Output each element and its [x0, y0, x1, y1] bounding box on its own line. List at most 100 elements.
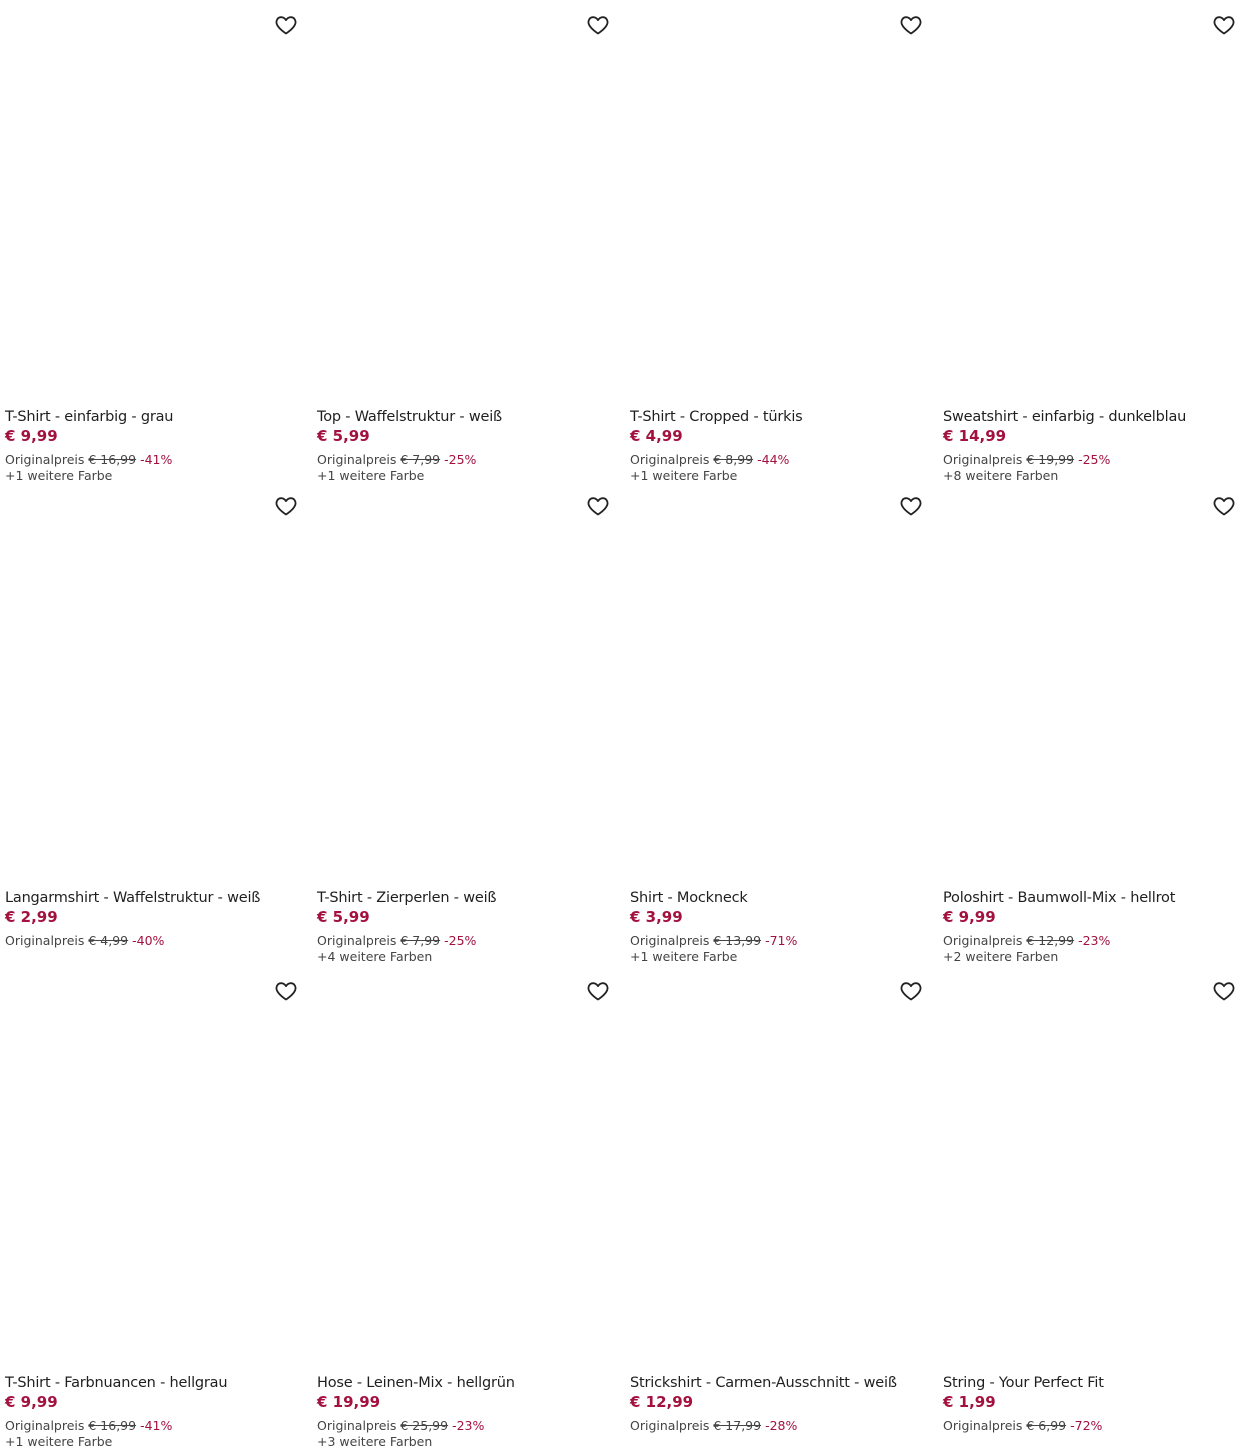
- product-info: Sweatshirt - einfarbig - dunkelblau € 14,…: [943, 408, 1243, 484]
- original-price-line: Originalpreis € 19,99 -25%: [943, 452, 1243, 468]
- product-title[interactable]: T-Shirt - Farbnuancen - hellgrau: [5, 1374, 305, 1393]
- product-title[interactable]: Strickshirt - Carmen-Ausschnitt - weiß: [630, 1374, 930, 1393]
- original-price-line: Originalpreis € 6,99 -72%: [943, 1418, 1243, 1434]
- more-colors-link[interactable]: +4 weitere Farben: [317, 949, 617, 965]
- original-price-line: Originalpreis € 8,99 -44%: [630, 452, 930, 468]
- product-info: Langarmshirt - Waffelstruktur - weiß € 2,…: [5, 889, 305, 949]
- wishlist-button[interactable]: [898, 978, 924, 1004]
- discount-badge: -23%: [1078, 933, 1111, 948]
- original-price-line: Originalpreis € 7,99 -25%: [317, 933, 617, 949]
- wishlist-button[interactable]: [273, 12, 299, 38]
- wishlist-button[interactable]: [273, 493, 299, 519]
- original-price-label: Originalpreis: [317, 1418, 397, 1433]
- product-title[interactable]: Sweatshirt - einfarbig - dunkelblau: [943, 408, 1243, 427]
- heart-icon: [899, 494, 923, 518]
- original-price-line: Originalpreis € 16,99 -41%: [5, 1418, 305, 1434]
- wishlist-button[interactable]: [898, 493, 924, 519]
- product-image[interactable]: [625, 966, 928, 1361]
- discount-badge: -25%: [444, 933, 477, 948]
- product-title[interactable]: T-Shirt - Cropped - türkis: [630, 408, 930, 427]
- wishlist-button[interactable]: [1211, 12, 1237, 38]
- product-title[interactable]: Top - Waffelstruktur - weiß: [317, 408, 617, 427]
- original-price-line: Originalpreis € 12,99 -23%: [943, 933, 1243, 949]
- product-title[interactable]: T-Shirt - einfarbig - grau: [5, 408, 305, 427]
- product-info: Top - Waffelstruktur - weiß € 5,99 Origina…: [317, 408, 617, 484]
- more-colors-link[interactable]: +1 weitere Farbe: [5, 1434, 305, 1450]
- product-price: € 9,99: [5, 1393, 58, 1411]
- wishlist-button[interactable]: [585, 493, 611, 519]
- product-title[interactable]: T-Shirt - Zierperlen - weiß: [317, 889, 617, 908]
- more-colors-link[interactable]: +2 weitere Farben: [943, 949, 1243, 965]
- product-image[interactable]: [0, 0, 303, 395]
- product-image[interactable]: [312, 966, 615, 1361]
- heart-icon: [899, 979, 923, 1003]
- original-price: € 8,99: [713, 452, 754, 467]
- discount-badge: -41%: [140, 452, 173, 467]
- original-price-label: Originalpreis: [943, 1418, 1023, 1433]
- wishlist-button[interactable]: [585, 978, 611, 1004]
- product-image[interactable]: [938, 966, 1241, 1361]
- product-image[interactable]: [625, 0, 928, 395]
- discount-badge: -25%: [444, 452, 477, 467]
- product-price: € 19,99: [317, 1393, 381, 1411]
- product-price: € 12,99: [630, 1393, 694, 1411]
- discount-badge: -72%: [1070, 1418, 1103, 1433]
- original-price: € 17,99: [713, 1418, 762, 1433]
- product-price: € 2,99: [5, 908, 58, 926]
- heart-icon: [1212, 494, 1236, 518]
- product-image[interactable]: [938, 481, 1241, 876]
- product-image[interactable]: [312, 0, 615, 395]
- product-price: € 14,99: [943, 427, 1007, 445]
- product-image[interactable]: [625, 481, 928, 876]
- original-price-line: Originalpreis € 17,99 -28%: [630, 1418, 930, 1434]
- product-info: String - Your Perfect Fit € 1,99 Originalp…: [943, 1374, 1243, 1434]
- original-price: € 25,99: [400, 1418, 449, 1433]
- original-price-label: Originalpreis: [943, 452, 1023, 467]
- wishlist-button[interactable]: [1211, 493, 1237, 519]
- product-info: Strickshirt - Carmen-Ausschnitt - weiß € …: [630, 1374, 930, 1434]
- wishlist-button[interactable]: [273, 978, 299, 1004]
- product-title[interactable]: Shirt - Mockneck: [630, 889, 930, 908]
- product-title[interactable]: Hose - Leinen-Mix - hellgrün: [317, 1374, 617, 1393]
- original-price-line: Originalpreis € 16,99 -41%: [5, 452, 305, 468]
- discount-badge: -44%: [757, 452, 790, 467]
- heart-icon: [274, 979, 298, 1003]
- product-image[interactable]: [938, 0, 1241, 395]
- more-colors-link[interactable]: +1 weitere Farbe: [630, 949, 930, 965]
- product-price: € 4,99: [630, 427, 683, 445]
- wishlist-button[interactable]: [1211, 978, 1237, 1004]
- product-info: T-Shirt - einfarbig - grau € 9,99 Original…: [5, 408, 305, 484]
- product-title[interactable]: String - Your Perfect Fit: [943, 1374, 1243, 1393]
- product-image[interactable]: [312, 481, 615, 876]
- product-info: T-Shirt - Farbnuancen - hellgrau € 9,99 Or…: [5, 1374, 305, 1450]
- product-image[interactable]: [0, 966, 303, 1361]
- original-price-line: Originalpreis € 25,99 -23%: [317, 1418, 617, 1434]
- original-price: € 16,99: [88, 452, 137, 467]
- heart-icon: [586, 494, 610, 518]
- original-price-line: Originalpreis € 7,99 -25%: [317, 452, 617, 468]
- product-info: Poloshirt - Baumwoll-Mix - hellrot € 9,99…: [943, 889, 1243, 965]
- heart-icon: [1212, 13, 1236, 37]
- original-price-label: Originalpreis: [5, 933, 85, 948]
- product-price: € 3,99: [630, 908, 683, 926]
- product-image[interactable]: [0, 481, 303, 876]
- original-price-label: Originalpreis: [5, 452, 85, 467]
- original-price: € 7,99: [400, 452, 441, 467]
- product-price: € 9,99: [5, 427, 58, 445]
- product-info: T-Shirt - Cropped - türkis € 4,99 Original…: [630, 408, 930, 484]
- discount-badge: -41%: [140, 1418, 173, 1433]
- wishlist-button[interactable]: [585, 12, 611, 38]
- discount-badge: -28%: [765, 1418, 798, 1433]
- original-price-label: Originalpreis: [5, 1418, 85, 1433]
- heart-icon: [1212, 979, 1236, 1003]
- more-colors-link[interactable]: +3 weitere Farben: [317, 1434, 617, 1450]
- original-price-line: Originalpreis € 4,99 -40%: [5, 933, 305, 949]
- product-title[interactable]: Langarmshirt - Waffelstruktur - weiß: [5, 889, 305, 908]
- discount-badge: -25%: [1078, 452, 1111, 467]
- wishlist-button[interactable]: [898, 12, 924, 38]
- product-title[interactable]: Poloshirt - Baumwoll-Mix - hellrot: [943, 889, 1243, 908]
- discount-badge: -71%: [765, 933, 798, 948]
- original-price: € 12,99: [1026, 933, 1075, 948]
- discount-badge: -23%: [452, 1418, 485, 1433]
- original-price-line: Originalpreis € 13,99 -71%: [630, 933, 930, 949]
